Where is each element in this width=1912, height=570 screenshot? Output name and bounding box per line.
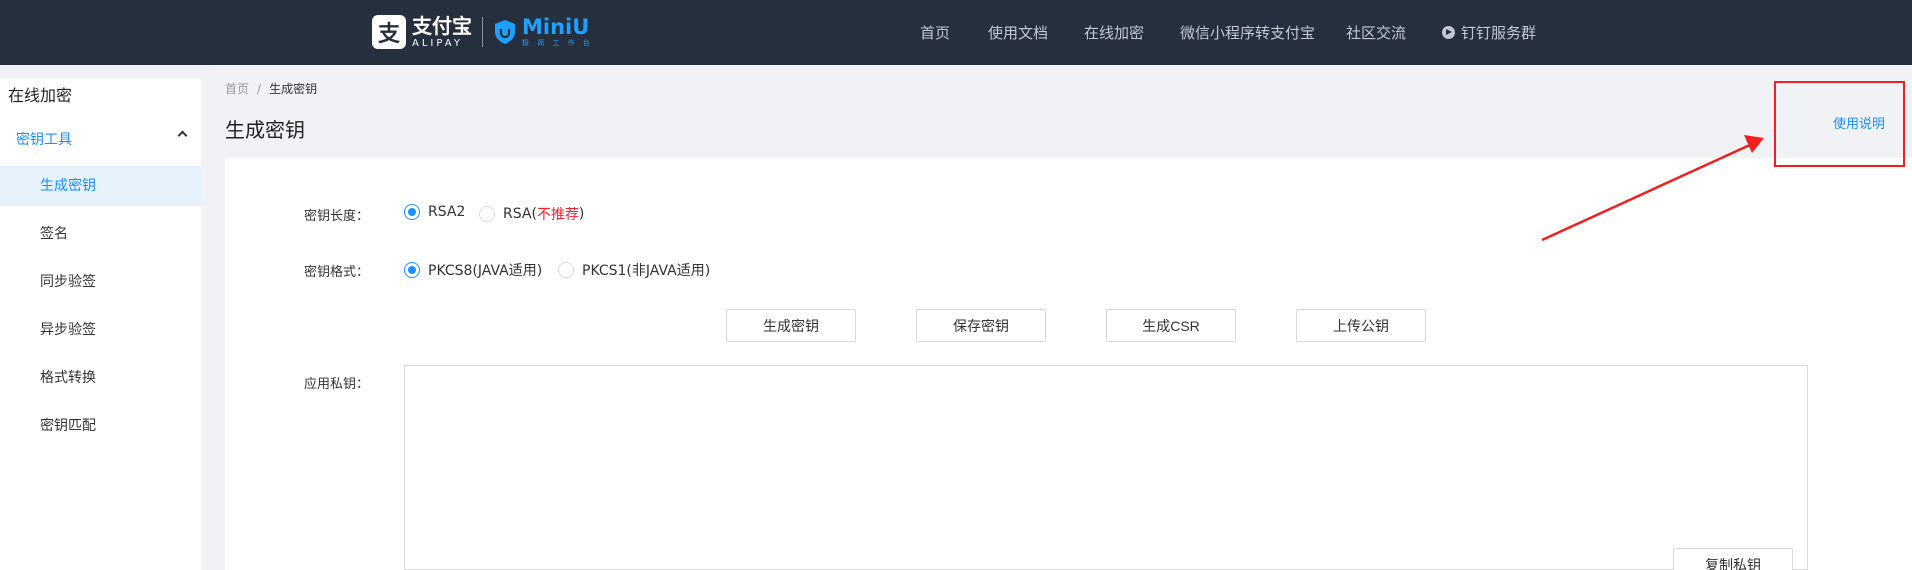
sidebar-item-format-convert[interactable]: 格式转换 bbox=[0, 358, 201, 398]
radio-circle bbox=[404, 204, 420, 220]
breadcrumb-separator: / bbox=[257, 82, 262, 96]
top-navigation-bar: 支 支付宝 ALIPAY MiniU 极 简 工 作 台 首页 使用文档 在线加… bbox=[0, 0, 1912, 65]
chevron-up-icon bbox=[177, 130, 188, 141]
private-key-label: 应用私钥： bbox=[304, 377, 370, 392]
radio-rsa[interactable]: RSA(不推荐) bbox=[479, 204, 584, 224]
radio-rsa-suffix: ) bbox=[578, 206, 585, 222]
nav-item-wechat-to-alipay[interactable]: 微信小程序转支付宝 bbox=[1180, 22, 1315, 43]
radio-rsa-warning: 不推荐 bbox=[536, 207, 579, 223]
sidebar-group-label: 密钥工具 bbox=[16, 132, 72, 148]
miniu-name: MiniU bbox=[522, 15, 590, 39]
breadcrumb: 首页 / 生成密钥 bbox=[225, 80, 317, 97]
nav-item-community[interactable]: 社区交流 bbox=[1346, 22, 1406, 43]
nav-item-dingtalk-label: 钉钉服务群 bbox=[1461, 24, 1537, 42]
miniu-wordmark: MiniU 极 简 工 作 台 bbox=[522, 17, 593, 47]
alipay-name-en: ALIPAY bbox=[412, 37, 463, 49]
sidebar-item-generate-key[interactable]: 生成密钥 bbox=[0, 166, 201, 206]
brand-divider bbox=[482, 17, 483, 47]
copy-private-key-button[interactable]: 复制私钥 bbox=[1673, 548, 1793, 570]
radio-circle bbox=[404, 262, 420, 278]
sidebar-item-async-verify[interactable]: 异步验签 bbox=[0, 310, 201, 350]
alipay-logo-icon: 支 bbox=[372, 15, 406, 49]
generate-csr-button[interactable]: 生成CSR bbox=[1106, 309, 1236, 342]
sidebar-item-sync-verify[interactable]: 同步验签 bbox=[0, 262, 201, 302]
upload-public-key-button[interactable]: 上传公钥 bbox=[1296, 309, 1426, 342]
alipay-wordmark: 支付宝 ALIPAY bbox=[412, 16, 472, 49]
key-length-label: 密钥长度： bbox=[304, 209, 370, 224]
sidebar-item-sign[interactable]: 签名 bbox=[0, 214, 201, 254]
miniu-subtitle: 极 简 工 作 台 bbox=[522, 39, 593, 47]
generate-key-button[interactable]: 生成密钥 bbox=[726, 309, 856, 342]
radio-rsa2-label: RSA2 bbox=[428, 204, 466, 220]
save-key-button[interactable]: 保存密钥 bbox=[916, 309, 1046, 342]
sidebar-item-key-match[interactable]: 密钥匹配 bbox=[0, 406, 201, 446]
breadcrumb-home[interactable]: 首页 bbox=[225, 82, 249, 96]
nav-item-dingtalk-group[interactable]: 钉钉服务群 bbox=[1442, 22, 1536, 43]
radio-rsa2[interactable]: RSA2 bbox=[404, 204, 465, 220]
radio-pkcs8-label: PKCS8(JAVA适用) bbox=[428, 263, 543, 279]
miniu-shield-icon bbox=[493, 18, 517, 46]
radio-circle bbox=[479, 206, 495, 222]
annotation-highlight-box bbox=[1774, 81, 1905, 167]
sidebar: 在线加密 密钥工具 生成密钥 签名 同步验签 异步验签 格式转换 密钥匹配 bbox=[0, 78, 201, 570]
dingtalk-icon bbox=[1442, 26, 1455, 39]
radio-pkcs1[interactable]: PKCS1(非JAVA适用) bbox=[558, 260, 710, 280]
breadcrumb-current: 生成密钥 bbox=[269, 82, 318, 96]
nav-item-online-encrypt[interactable]: 在线加密 bbox=[1084, 22, 1144, 43]
alipay-name-cn: 支付宝 bbox=[412, 13, 472, 38]
brand-logo[interactable]: 支 支付宝 ALIPAY MiniU 极 简 工 作 台 bbox=[372, 14, 593, 50]
nav-item-docs[interactable]: 使用文档 bbox=[988, 22, 1048, 43]
key-format-label: 密钥格式： bbox=[304, 265, 370, 280]
radio-circle bbox=[558, 262, 574, 278]
private-key-textarea[interactable] bbox=[404, 365, 1808, 570]
page-title: 生成密钥 bbox=[225, 118, 305, 142]
sidebar-group-key-tools[interactable]: 密钥工具 bbox=[16, 129, 188, 149]
sidebar-title: 在线加密 bbox=[8, 86, 73, 105]
radio-pkcs8[interactable]: PKCS8(JAVA适用) bbox=[404, 260, 542, 280]
radio-pkcs1-label: PKCS1(非JAVA适用) bbox=[582, 263, 711, 279]
nav-item-home[interactable]: 首页 bbox=[920, 22, 950, 43]
radio-rsa-label: RSA( bbox=[503, 206, 537, 222]
